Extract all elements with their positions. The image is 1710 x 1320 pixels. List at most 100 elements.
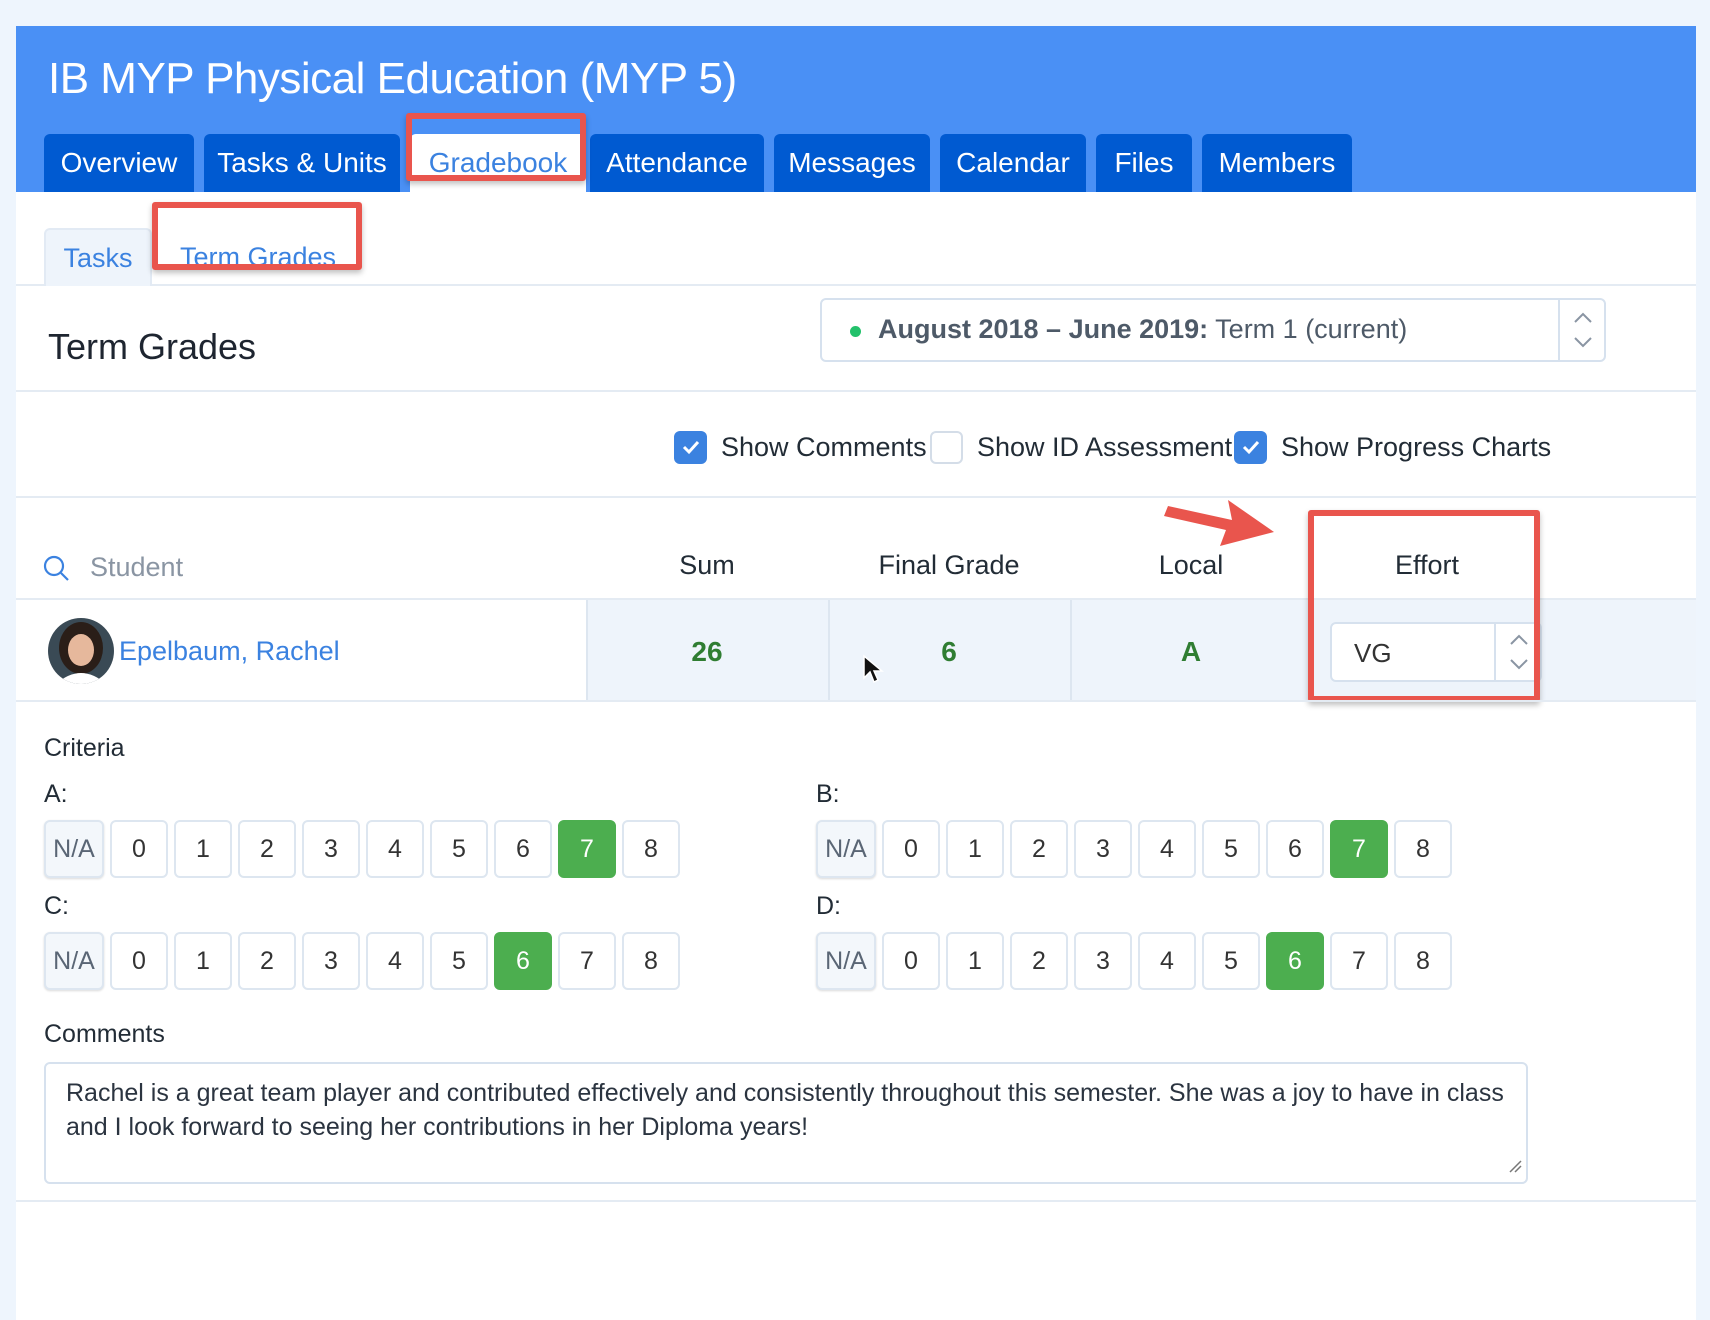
criterion-d-label: D: xyxy=(816,892,841,920)
tab-tasks-units[interactable]: Tasks & Units xyxy=(204,134,400,192)
student-search-input[interactable]: Student xyxy=(90,552,183,583)
grade-option-button[interactable]: 5 xyxy=(430,820,488,878)
select-arrows-icon xyxy=(1558,300,1604,360)
show-progress-charts-label: Show Progress Charts xyxy=(1281,431,1552,462)
term-range: August 2018 – June 2019: xyxy=(878,314,1209,344)
grade-option-button[interactable]: 8 xyxy=(622,820,680,878)
tab-calendar[interactable]: Calendar xyxy=(940,134,1086,192)
criterion-b-label: B: xyxy=(816,780,840,808)
effort-select[interactable]: VG xyxy=(1330,622,1542,682)
grade-option-button[interactable]: 3 xyxy=(1074,932,1132,990)
grade-option-button[interactable]: 5 xyxy=(1202,820,1260,878)
checkbox-checked-icon[interactable] xyxy=(1234,430,1267,464)
checkbox-unchecked-icon[interactable] xyxy=(930,430,963,464)
show-comments-option[interactable]: Show Comments xyxy=(674,430,927,464)
criterion-a-label: A: xyxy=(44,780,68,808)
column-final-grade: Final Grade xyxy=(878,550,1020,580)
course-title: IB MYP Physical Education (MYP 5) xyxy=(48,54,737,103)
grade-option-button[interactable]: N/A xyxy=(44,820,104,878)
grade-option-button[interactable]: 5 xyxy=(1202,932,1260,990)
criterion-c-grades: N/A 0 1 2 3 4 5 6 7 8 xyxy=(44,932,680,990)
grade-option-button[interactable]: 4 xyxy=(366,820,424,878)
resize-grip-icon[interactable] xyxy=(1508,1159,1522,1178)
grade-option-button[interactable]: N/A xyxy=(44,932,104,990)
grade-option-button[interactable]: 4 xyxy=(1138,932,1196,990)
subtab-term-grades[interactable]: Term Grades xyxy=(160,228,356,286)
tab-files[interactable]: Files xyxy=(1096,134,1192,192)
grade-option-button[interactable]: 8 xyxy=(622,932,680,990)
divider xyxy=(16,1200,1696,1202)
grade-option-button[interactable]: 0 xyxy=(882,820,940,878)
tab-messages[interactable]: Messages xyxy=(774,134,930,192)
criterion-c-label: C: xyxy=(44,892,69,920)
local-grade-value: A xyxy=(1180,636,1202,667)
grade-option-button[interactable]: 7 xyxy=(558,820,616,878)
student-name-link[interactable]: Epelbaum, Rachel xyxy=(119,636,340,667)
grade-option-button[interactable]: 1 xyxy=(946,820,1004,878)
grade-option-button[interactable]: 6 xyxy=(494,820,552,878)
tab-gradebook[interactable]: Gradebook xyxy=(410,134,586,192)
grade-option-button[interactable]: 2 xyxy=(238,932,296,990)
grade-option-button[interactable]: 5 xyxy=(430,932,488,990)
grade-option-button[interactable]: 1 xyxy=(174,932,232,990)
criterion-b-grades: N/A 0 1 2 3 4 5 6 7 8 xyxy=(816,820,1452,878)
column-sum: Sum xyxy=(679,550,735,580)
show-id-assessment-option[interactable]: Show ID Assessment xyxy=(930,430,1232,464)
grade-option-button[interactable]: N/A xyxy=(816,932,876,990)
grade-option-button[interactable]: 7 xyxy=(1330,932,1388,990)
grade-option-button[interactable]: 8 xyxy=(1394,932,1452,990)
tab-members[interactable]: Members xyxy=(1202,134,1352,192)
grade-option-button[interactable]: 4 xyxy=(366,932,424,990)
sum-value: 26 xyxy=(691,636,723,667)
criteria-heading: Criteria xyxy=(44,734,125,762)
term-select[interactable]: August 2018 – June 2019: Term 1 (current… xyxy=(820,298,1606,362)
checkbox-checked-icon[interactable] xyxy=(674,430,707,464)
search-icon[interactable] xyxy=(42,554,72,589)
mouse-cursor-icon xyxy=(862,654,885,691)
tab-overview[interactable]: Overview xyxy=(44,134,194,192)
show-id-assessment-label: Show ID Assessment xyxy=(977,431,1233,462)
grade-option-button[interactable]: 3 xyxy=(1074,820,1132,878)
avatar xyxy=(48,618,114,684)
grade-option-button[interactable]: 0 xyxy=(882,932,940,990)
term-select-value: August 2018 – June 2019: Term 1 (current… xyxy=(878,314,1407,345)
grade-option-button[interactable]: 6 xyxy=(494,932,552,990)
term-name: Term 1 (current) xyxy=(1215,314,1408,344)
grade-option-button[interactable]: 1 xyxy=(946,932,1004,990)
grade-option-button[interactable]: 6 xyxy=(1266,932,1324,990)
comments-text: Rachel is a great team player and contri… xyxy=(66,1079,1504,1141)
subtab-tasks[interactable]: Tasks xyxy=(44,228,152,286)
grade-option-button[interactable]: 6 xyxy=(1266,820,1324,878)
column-effort: Effort xyxy=(1394,550,1460,580)
current-term-dot xyxy=(850,326,861,337)
grade-option-button[interactable]: 0 xyxy=(110,932,168,990)
show-progress-charts-option[interactable]: Show Progress Charts xyxy=(1234,430,1551,464)
grade-option-button[interactable]: N/A xyxy=(816,820,876,878)
grade-option-button[interactable]: 2 xyxy=(1010,932,1068,990)
comments-heading: Comments xyxy=(44,1020,165,1048)
tab-attendance[interactable]: Attendance xyxy=(590,134,764,192)
grade-option-button[interactable]: 3 xyxy=(302,932,360,990)
effort-select-value: VG xyxy=(1354,638,1392,668)
page-title: Term Grades xyxy=(48,326,257,367)
comments-textarea[interactable]: Rachel is a great team player and contri… xyxy=(44,1062,1528,1184)
divider xyxy=(16,390,1696,392)
gradebook-panel: IB MYP Physical Education (MYP 5) Overvi… xyxy=(16,26,1696,1320)
course-header: IB MYP Physical Education (MYP 5) Overvi… xyxy=(16,26,1696,192)
grade-option-button[interactable]: 7 xyxy=(1330,820,1388,878)
grade-option-button[interactable]: 8 xyxy=(1394,820,1452,878)
grade-option-button[interactable]: 2 xyxy=(238,820,296,878)
select-arrows-icon xyxy=(1494,624,1540,680)
show-comments-label: Show Comments xyxy=(721,431,927,462)
grade-option-button[interactable]: 2 xyxy=(1010,820,1068,878)
grade-option-button[interactable]: 1 xyxy=(174,820,232,878)
grade-option-button[interactable]: 0 xyxy=(110,820,168,878)
grade-option-button[interactable]: 4 xyxy=(1138,820,1196,878)
grade-option-button[interactable]: 3 xyxy=(302,820,360,878)
pointer-arrow-icon xyxy=(1162,486,1282,561)
criterion-d-grades: N/A 0 1 2 3 4 5 6 7 8 xyxy=(816,932,1452,990)
criterion-a-grades: N/A 0 1 2 3 4 5 6 7 8 xyxy=(44,820,680,878)
row-divider xyxy=(16,700,1696,702)
divider xyxy=(16,496,1696,498)
grade-option-button[interactable]: 7 xyxy=(558,932,616,990)
